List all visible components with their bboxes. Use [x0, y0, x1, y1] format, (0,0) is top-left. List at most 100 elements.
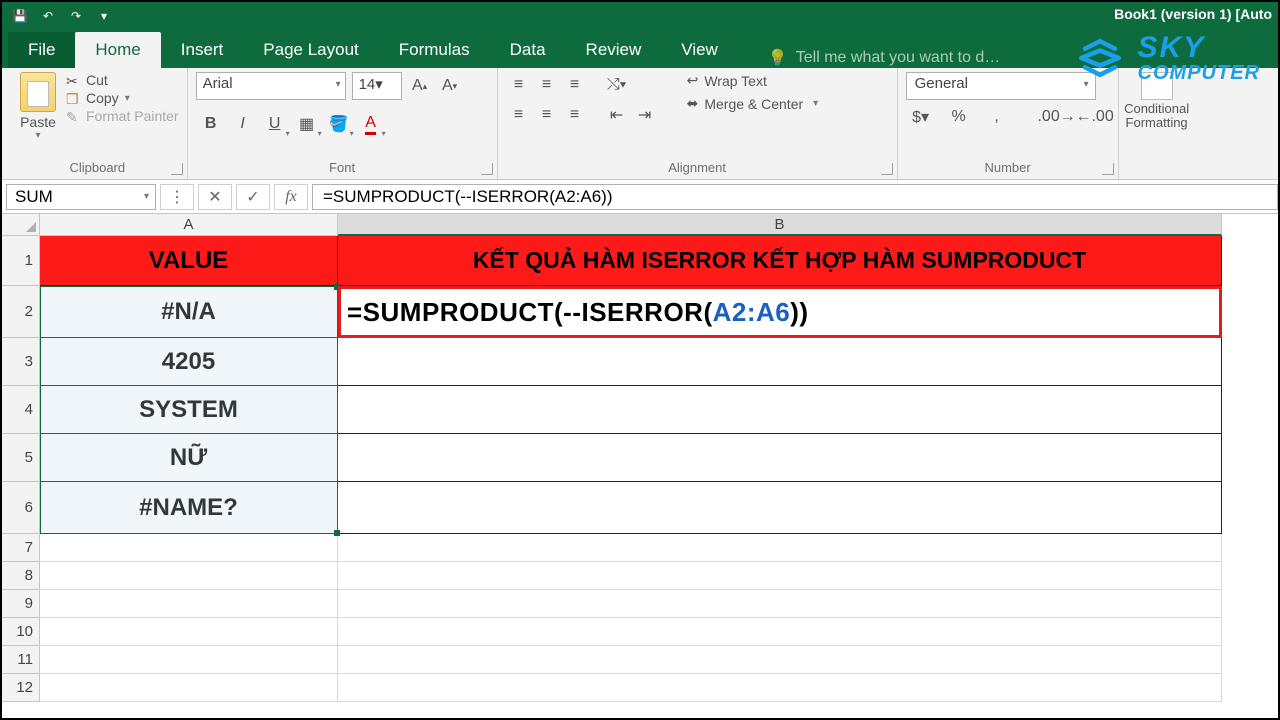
format-painter-button[interactable]: Format Painter — [66, 108, 179, 124]
italic-button[interactable]: I — [228, 110, 258, 138]
cell-b6[interactable] — [338, 482, 1222, 534]
cut-button[interactable]: Cut — [66, 72, 179, 88]
fill-color-button[interactable]: 🪣▾ — [324, 110, 354, 138]
cell-a6[interactable]: #NAME? — [40, 482, 338, 534]
paste-label: Paste — [20, 114, 56, 130]
worksheet-grid[interactable]: A B 1 VALUE KẾT QUẢ HÀM ISERROR KẾT HỢP … — [2, 214, 1278, 702]
font-name-select[interactable]: Arial▾ — [196, 72, 346, 100]
increase-decimal-button[interactable]: .00→ — [1042, 104, 1072, 130]
cell-b2-formula-overlay[interactable]: =SUMPRODUCT(--ISERROR(A2:A6)) — [338, 286, 1222, 338]
decrease-decimal-button[interactable]: ←.00 — [1080, 104, 1110, 130]
align-bottom-button[interactable]: ≡ — [562, 72, 588, 98]
cancel-formula-button[interactable]: ✕ — [198, 184, 232, 210]
bold-button[interactable]: B — [196, 110, 226, 138]
row-header[interactable]: 1 — [2, 236, 40, 286]
cell-a12[interactable] — [40, 674, 338, 702]
row-header[interactable]: 10 — [2, 618, 40, 646]
tab-review[interactable]: Review — [566, 32, 662, 68]
align-right-button[interactable]: ≡ — [562, 102, 588, 128]
decrease-font-button[interactable]: A▾ — [438, 72, 462, 100]
tab-formulas[interactable]: Formulas — [379, 32, 490, 68]
name-box[interactable]: SUM▾ — [6, 184, 156, 210]
borders-button[interactable]: ▦▾ — [292, 110, 322, 138]
font-color-button[interactable]: A▾ — [356, 110, 386, 138]
cell-b11[interactable] — [338, 646, 1222, 674]
row-header[interactable]: 11 — [2, 646, 40, 674]
cell-b12[interactable] — [338, 674, 1222, 702]
percent-format-button[interactable]: % — [944, 104, 974, 130]
increase-indent-button[interactable]: ⇥ — [632, 102, 658, 128]
cell-a10[interactable] — [40, 618, 338, 646]
row-header[interactable]: 6 — [2, 482, 40, 534]
cell-b3[interactable] — [338, 338, 1222, 386]
tab-home[interactable]: Home — [75, 32, 160, 68]
select-all-corner[interactable] — [2, 214, 40, 236]
tab-insert[interactable]: Insert — [161, 32, 244, 68]
cell-a8[interactable] — [40, 562, 338, 590]
row-header[interactable]: 7 — [2, 534, 40, 562]
cell-b9[interactable] — [338, 590, 1222, 618]
three-dots-icon[interactable]: ⋮ — [160, 184, 194, 210]
align-middle-button[interactable]: ≡ — [534, 72, 560, 98]
formula-bar-input[interactable]: =SUMPRODUCT(--ISERROR(A2:A6)) — [312, 184, 1278, 210]
save-icon[interactable]: 💾 — [10, 6, 30, 26]
cell-a5[interactable]: NỮ — [40, 434, 338, 482]
cell-a2[interactable]: #N/A — [40, 286, 338, 338]
decrease-indent-button[interactable]: ⇤ — [604, 102, 630, 128]
wrap-text-button[interactable]: ↩Wrap Text — [687, 72, 819, 89]
enter-formula-button[interactable]: ✓ — [236, 184, 270, 210]
cell-a11[interactable] — [40, 646, 338, 674]
row-header[interactable]: 12 — [2, 674, 40, 702]
copy-button[interactable]: Copy▾ — [66, 90, 179, 106]
accounting-format-button[interactable]: $▾ — [906, 104, 936, 130]
cell-b5[interactable] — [338, 434, 1222, 482]
row-header[interactable]: 4 — [2, 386, 40, 434]
dialog-launcher-icon[interactable] — [171, 163, 183, 175]
redo-icon[interactable]: ↷ — [66, 6, 86, 26]
row-header[interactable]: 2 — [2, 286, 40, 338]
cell-b7[interactable] — [338, 534, 1222, 562]
wrap-text-label: Wrap Text — [704, 73, 767, 89]
number-format-select[interactable]: General▾ — [906, 72, 1096, 100]
cell-b1[interactable]: KẾT QUẢ HÀM ISERROR KẾT HỢP HÀM SUMPRODU… — [338, 236, 1222, 286]
merge-center-button[interactable]: ⬌Merge & Center▾ — [687, 95, 819, 112]
cell-a9[interactable] — [40, 590, 338, 618]
row-header[interactable]: 9 — [2, 590, 40, 618]
cell-a3[interactable]: 4205 — [40, 338, 338, 386]
font-size-select[interactable]: 14▾ — [352, 72, 402, 100]
group-number: General▾ $▾ % , .00→ ←.00 Number — [898, 68, 1119, 179]
tab-file[interactable]: File — [8, 32, 75, 68]
customize-qat-icon[interactable]: ▾ — [94, 6, 114, 26]
increase-font-button[interactable]: A▴ — [408, 72, 432, 100]
formula-bar-value: =SUMPRODUCT(--ISERROR(A2:A6)) — [323, 187, 613, 207]
insert-function-button[interactable]: fx — [274, 184, 308, 210]
align-top-button[interactable]: ≡ — [506, 72, 532, 98]
undo-icon[interactable]: ↶ — [38, 6, 58, 26]
cell-a7[interactable] — [40, 534, 338, 562]
dialog-launcher-icon[interactable] — [881, 163, 893, 175]
paste-button[interactable]: Paste ▾ — [16, 72, 60, 141]
row-header[interactable]: 5 — [2, 434, 40, 482]
tab-view[interactable]: View — [661, 32, 738, 68]
dialog-launcher-icon[interactable] — [1102, 163, 1114, 175]
conditional-formatting-button[interactable]: Conditional Formatting — [1127, 72, 1187, 131]
row-header[interactable]: 3 — [2, 338, 40, 386]
comma-format-button[interactable]: , — [982, 104, 1012, 130]
underline-button[interactable]: U▾ — [260, 110, 290, 138]
cell-a4[interactable]: SYSTEM — [40, 386, 338, 434]
column-header-b[interactable]: B — [338, 214, 1222, 236]
tell-me-search[interactable]: 💡 Tell me what you want to d… — [768, 48, 1000, 68]
cell-b4[interactable] — [338, 386, 1222, 434]
dialog-launcher-icon[interactable] — [481, 163, 493, 175]
row-header[interactable]: 8 — [2, 562, 40, 590]
tab-data[interactable]: Data — [490, 32, 566, 68]
align-center-button[interactable]: ≡ — [534, 102, 560, 128]
tab-page-layout[interactable]: Page Layout — [243, 32, 378, 68]
cell-b10[interactable] — [338, 618, 1222, 646]
orientation-button[interactable]: ⤭▾ — [604, 72, 630, 98]
align-left-button[interactable]: ≡ — [506, 102, 532, 128]
cell-b8[interactable] — [338, 562, 1222, 590]
scissors-icon — [66, 73, 82, 87]
cell-a1[interactable]: VALUE — [40, 236, 338, 286]
column-header-a[interactable]: A — [40, 214, 338, 236]
